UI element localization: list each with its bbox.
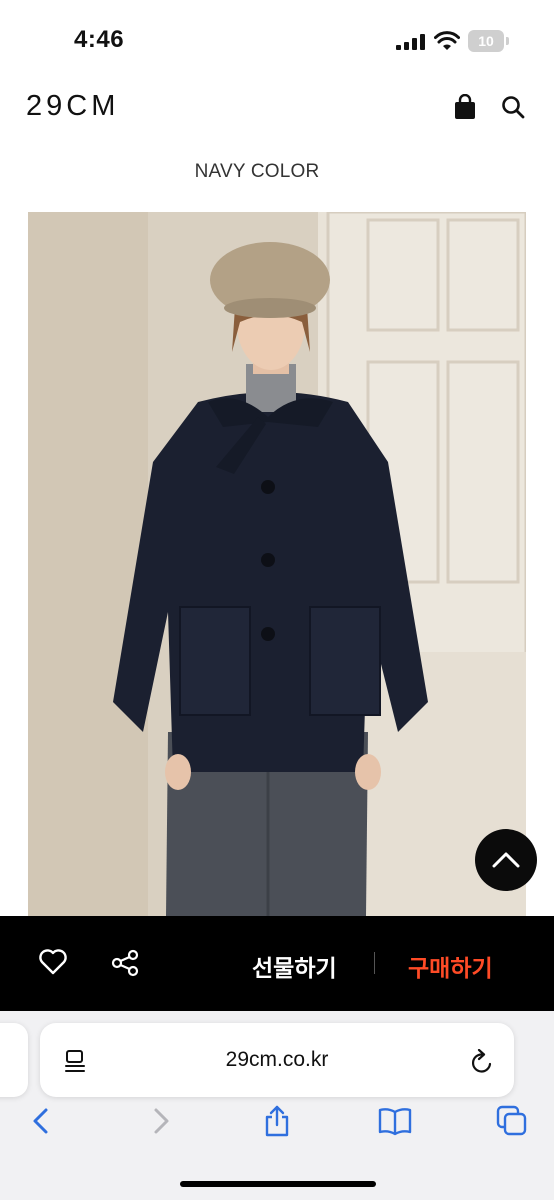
- action-divider: [374, 952, 375, 974]
- gift-button[interactable]: 선물하기: [252, 949, 337, 983]
- product-color-label: NAVY COLOR: [194, 161, 320, 182]
- search-icon[interactable]: [500, 94, 526, 120]
- back-icon[interactable]: [26, 1105, 56, 1137]
- chevron-up-icon: [492, 852, 520, 868]
- address-bar[interactable]: 29cm.co.kr: [40, 1023, 514, 1097]
- battery-indicator: 10: [468, 30, 504, 52]
- reload-icon[interactable]: [470, 1049, 494, 1075]
- battery-tip: [506, 37, 509, 45]
- shopping-bag-icon[interactable]: [452, 94, 478, 120]
- site-logo[interactable]: 29CM: [26, 90, 119, 123]
- forward-icon[interactable]: [146, 1105, 176, 1137]
- url-text[interactable]: 29cm.co.kr: [40, 1023, 514, 1097]
- purchase-action-bar: 선물하기 구매하기: [0, 916, 554, 1011]
- tabs-icon[interactable]: [496, 1105, 528, 1137]
- cellular-signal-icon: [396, 34, 425, 50]
- scroll-top-button[interactable]: [475, 829, 537, 891]
- browser-toolbar: 29cm.co.kr: [0, 1011, 554, 1200]
- wifi-icon: [434, 31, 460, 50]
- model-photo: [28, 212, 526, 916]
- heart-icon[interactable]: [38, 948, 68, 976]
- status-bar: 4:46 10: [0, 0, 554, 84]
- battery-level: 10: [478, 33, 494, 49]
- product-image[interactable]: [28, 212, 526, 916]
- status-time: 4:46: [74, 26, 125, 53]
- previous-tab-preview[interactable]: [0, 1023, 28, 1097]
- share-icon[interactable]: [111, 949, 139, 977]
- bookmarks-icon[interactable]: [378, 1105, 412, 1137]
- home-indicator: [180, 1181, 376, 1187]
- share-icon[interactable]: [262, 1105, 292, 1137]
- buy-button[interactable]: 구매하기: [408, 949, 493, 983]
